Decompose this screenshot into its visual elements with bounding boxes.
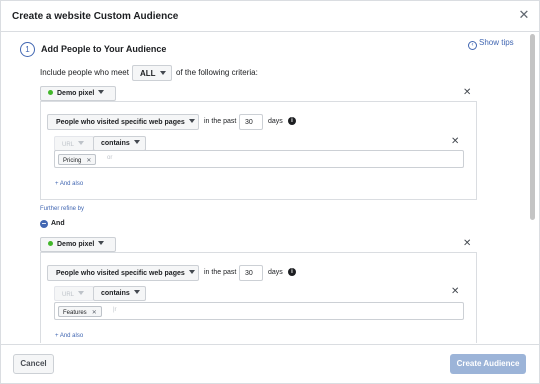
caret-down-icon (98, 241, 105, 245)
match-all-value: ALL (140, 69, 156, 78)
caret-down-icon (78, 291, 85, 295)
close-icon[interactable]: ✕ (517, 8, 531, 22)
in-past-label: in the past (204, 269, 237, 276)
days-input[interactable]: 30 (239, 265, 263, 281)
url-value-input[interactable]: Pricing ✕ or (54, 150, 464, 168)
url-label: URL (62, 292, 75, 298)
days-label: days (268, 118, 283, 125)
days-input[interactable]: 30 (239, 114, 263, 130)
operator-dropdown[interactable]: contains (93, 286, 146, 301)
caret-down-icon (159, 71, 166, 75)
value-hint: or (107, 155, 113, 161)
further-refine-link[interactable]: Further refine by (40, 206, 84, 212)
scrollbar[interactable] (530, 34, 535, 220)
step-number-badge: 1 (20, 42, 35, 57)
include-prefix-text: Include people who meet (40, 68, 129, 77)
info-icon[interactable]: i (288, 117, 296, 125)
token-label: Pricing (63, 158, 82, 164)
caret-down-icon (98, 90, 105, 94)
pixel-name: Demo pixel (57, 90, 95, 97)
remove-rule-icon[interactable]: ✕ (463, 87, 471, 98)
pixel-dropdown[interactable]: Demo pixel (40, 86, 116, 101)
remove-token-icon[interactable]: ✕ (92, 310, 97, 316)
remove-condition-icon[interactable]: ✕ (451, 286, 459, 297)
visit-criteria-row: People who visited specific web pages in… (47, 114, 467, 130)
tips-icon: ‹ (468, 41, 477, 50)
condition-row: URL contains ✕ (54, 136, 464, 151)
value-hint: |r (113, 307, 117, 313)
rule-block-1: Demo pixel ✕ People who visited specific… (40, 86, 477, 200)
create-audience-dialog: Create a website Custom Audience ✕ 1 Add… (0, 0, 540, 384)
url-dropdown: URL (54, 286, 94, 301)
pixel-status-icon (48, 241, 53, 246)
visit-type-value: People who visited specific web pages (56, 119, 185, 126)
operator-dropdown[interactable]: contains (93, 136, 146, 151)
pixel-name: Demo pixel (57, 241, 95, 248)
pixel-dropdown[interactable]: Demo pixel (40, 237, 116, 252)
condition-row: URL contains ✕ (54, 286, 464, 301)
remove-rule-icon[interactable]: ✕ (463, 238, 471, 249)
url-dropdown: URL (54, 136, 94, 151)
url-value-input[interactable]: Features ✕ |r (54, 302, 464, 320)
create-audience-button[interactable]: Create Audience (450, 354, 526, 374)
visit-criteria-row: People who visited specific web pages in… (47, 265, 467, 281)
dialog-body: 1 Add People to Your Audience ‹ Show tips… (1, 33, 539, 343)
value-token: Pricing ✕ (58, 154, 97, 165)
rule-box: People who visited specific web pages in… (40, 101, 477, 200)
in-past-label: in the past (204, 118, 237, 125)
and-also-link[interactable]: + And also (55, 181, 83, 187)
caret-down-icon (133, 140, 140, 144)
section-title: Add People to Your Audience (41, 44, 167, 54)
rule-box: People who visited specific web pages in… (40, 252, 477, 343)
caret-down-icon (133, 290, 140, 294)
dialog-footer: Cancel Create Audience (1, 344, 539, 384)
value-token: Features ✕ (58, 306, 102, 317)
caret-down-icon (188, 119, 195, 123)
dialog-title: Create a website Custom Audience (12, 11, 179, 22)
include-suffix-text: of the following criteria: (176, 68, 258, 77)
visit-type-value: People who visited specific web pages (56, 270, 185, 277)
url-label: URL (62, 142, 75, 148)
token-label: Features (63, 310, 87, 316)
rule-block-2: Demo pixel ✕ People who visited specific… (40, 237, 477, 343)
operator-value: contains (101, 140, 130, 147)
dialog-header: Create a website Custom Audience ✕ (1, 1, 539, 32)
info-icon[interactable]: i (288, 268, 296, 276)
match-all-dropdown[interactable]: ALL (132, 65, 172, 81)
and-connector[interactable]: – And (40, 220, 65, 228)
and-label: And (51, 220, 65, 227)
remove-condition-icon[interactable]: ✕ (451, 136, 459, 147)
cancel-button[interactable]: Cancel (13, 354, 54, 374)
visit-type-dropdown[interactable]: People who visited specific web pages (47, 114, 199, 130)
operator-value: contains (101, 290, 130, 297)
show-tips-link[interactable]: ‹ Show tips (468, 38, 514, 50)
visit-type-dropdown[interactable]: People who visited specific web pages (47, 265, 199, 281)
caret-down-icon (188, 270, 195, 274)
show-tips-label: Show tips (479, 38, 514, 47)
pixel-status-icon (48, 90, 53, 95)
caret-down-icon (78, 141, 85, 145)
remove-token-icon[interactable]: ✕ (86, 158, 91, 164)
days-label: days (268, 269, 283, 276)
and-also-link[interactable]: + And also (55, 333, 83, 339)
minus-circle-icon: – (40, 219, 48, 228)
